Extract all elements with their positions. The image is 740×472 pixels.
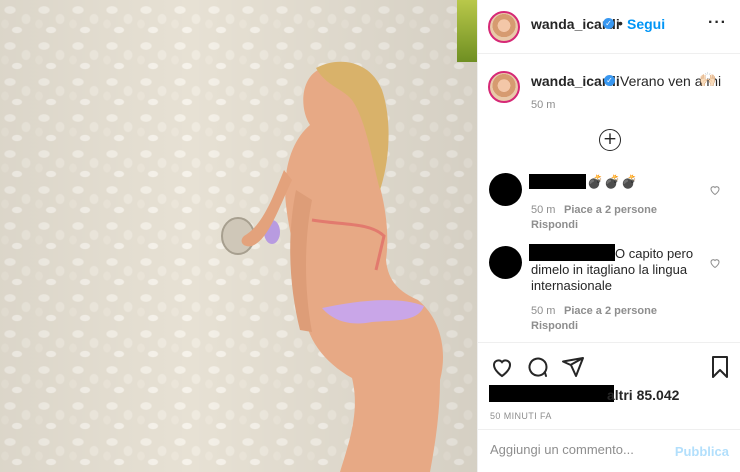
- post-panel: wanda_icardi ✓ • Segui ··· wanda_icardi …: [477, 0, 740, 472]
- comment-avatar[interactable]: [489, 173, 522, 206]
- post-photo[interactable]: [0, 0, 477, 472]
- action-bar: [478, 342, 740, 386]
- verified-icon: ✓: [603, 18, 614, 29]
- figure-body: [285, 66, 444, 472]
- caption-time[interactable]: 50 m: [531, 99, 555, 111]
- comment-text: 💣💣💣: [587, 175, 639, 190]
- redacted-liker: [489, 385, 614, 402]
- comment-likes[interactable]: Piace a 2 persone: [564, 204, 657, 216]
- redacted-username: [529, 244, 615, 261]
- comment-time[interactable]: 50 m: [531, 204, 555, 216]
- comment-composer: Pubblica: [478, 429, 740, 472]
- publish-button[interactable]: Pubblica: [675, 444, 729, 459]
- heart-icon[interactable]: [709, 184, 721, 196]
- follow-button[interactable]: Segui: [627, 16, 665, 32]
- header-separator: •: [618, 15, 623, 31]
- heart-icon[interactable]: [490, 355, 514, 379]
- plus-circle-icon[interactable]: +: [599, 129, 621, 151]
- reply-button[interactable]: Rispondi: [531, 320, 578, 332]
- comment-text: dimelo in itagliano la lingua: [531, 262, 688, 277]
- post-timestamp[interactable]: 50 MINUTI FA: [490, 411, 552, 421]
- redacted-username: [529, 174, 586, 189]
- comment-input[interactable]: [490, 442, 670, 457]
- comment-text: internasionale: [531, 278, 612, 293]
- reply-button[interactable]: Rispondi: [531, 219, 578, 231]
- author-avatar[interactable]: [488, 11, 520, 43]
- comment-likes[interactable]: Piace a 2 persone: [564, 305, 657, 317]
- likes-count[interactable]: altri 85.042: [607, 387, 679, 403]
- verified-icon: ✓: [604, 75, 615, 86]
- comment-time[interactable]: 50 m: [531, 305, 555, 317]
- share-icon[interactable]: [561, 355, 585, 379]
- comment-icon[interactable]: [526, 355, 550, 379]
- heart-icon[interactable]: [709, 257, 721, 269]
- post-header: wanda_icardi ✓ • Segui ···: [478, 0, 740, 54]
- comment-avatar[interactable]: [489, 246, 522, 279]
- raised-hands-emoji: 🙌🏻: [699, 72, 717, 88]
- photo-subject: [221, 61, 444, 472]
- caption-avatar[interactable]: [488, 71, 520, 103]
- more-icon[interactable]: ···: [708, 14, 727, 32]
- bookmark-icon[interactable]: [708, 355, 732, 379]
- comment-text: O capito pero: [615, 246, 694, 261]
